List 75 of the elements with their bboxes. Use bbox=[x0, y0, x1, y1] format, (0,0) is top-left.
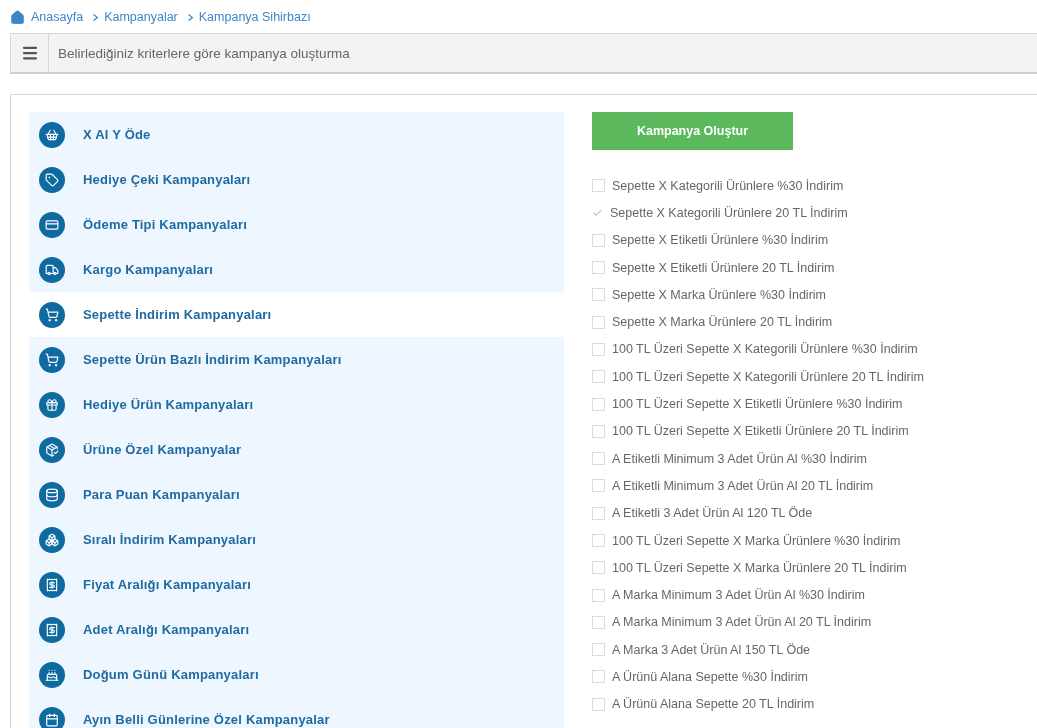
checkbox[interactable] bbox=[592, 506, 605, 520]
breadcrumb-link[interactable]: Kampanyalar bbox=[104, 10, 178, 24]
credit-card-icon bbox=[39, 211, 65, 238]
tag-icon bbox=[39, 166, 65, 193]
home-icon bbox=[10, 9, 25, 25]
campaign-option[interactable]: Sepette X Marka Ürünlere %30 İndirim bbox=[592, 281, 924, 309]
checkbox[interactable] bbox=[592, 643, 605, 657]
category-item[interactable]: Sepette Ürün Bazlı İndirim Kampanyaları bbox=[29, 337, 564, 382]
checkbox[interactable] bbox=[592, 315, 605, 329]
category-item[interactable]: Ödeme Tipi Kampanyaları bbox=[29, 202, 564, 247]
menu-icon bbox=[20, 44, 39, 62]
campaign-option[interactable]: Sepette X Etiketli Ürünlere 20 TL İndirim bbox=[592, 253, 924, 282]
campaign-option[interactable]: 100 TL Üzeri Sepette X Marka Ürünlere 20 TL İndirim bbox=[592, 554, 924, 582]
category-item[interactable]: X Al Y Öde bbox=[29, 112, 564, 157]
checkbox[interactable] bbox=[592, 615, 605, 629]
category-item[interactable]: Kargo Kampanyaları bbox=[29, 247, 564, 292]
campaign-option[interactable]: A Etiketli Minimum 3 Adet Ürün Al %30 İndirim bbox=[592, 444, 924, 473]
campaign-option[interactable]: 100 TL Üzeri Sepette X Etiketli Ürünlere 20 TL İndirim bbox=[592, 417, 924, 445]
checkbox[interactable] bbox=[592, 561, 605, 575]
campaign-option[interactable]: 100 TL Üzeri Sepette X Etiketli Ürünlere %30 İndirim bbox=[592, 390, 924, 418]
category-item[interactable]: Fiyat Aralığı Kampanyaları bbox=[29, 562, 564, 607]
category-item[interactable]: Ayın Belli Günlerine Özel Kampanyalar bbox=[29, 697, 564, 728]
chevron-right-icon bbox=[187, 13, 193, 21]
checkbox[interactable] bbox=[592, 261, 605, 275]
checkbox[interactable] bbox=[592, 207, 603, 219]
campaign-option[interactable]: A Marka Minimum 3 Adet Ürün Al 20 TL İndirim bbox=[592, 608, 924, 637]
checkbox[interactable] bbox=[592, 370, 605, 384]
package-check-icon bbox=[39, 436, 65, 463]
cart-icon bbox=[39, 346, 65, 373]
category-item[interactable]: Hediye Ürün Kampanyaları bbox=[29, 382, 564, 427]
campaign-option[interactable]: A Marka Minimum 3 Adet Ürün Al %30 İndirim bbox=[592, 581, 924, 609]
boxes-icon bbox=[39, 526, 65, 553]
checkbox[interactable] bbox=[592, 179, 605, 193]
campaign-option[interactable]: 100 TL Üzeri Sepette X Kategorili Ürünlere 20 TL İndirim bbox=[592, 363, 924, 391]
breadcrumb-link[interactable]: Kampanya Sihirbazı bbox=[198, 10, 311, 24]
checkbox[interactable] bbox=[592, 424, 605, 438]
campaign-option[interactable]: 100 TL Üzeri Sepette X Marka Ürünlere %30 İndirim bbox=[592, 526, 924, 555]
category-item[interactable]: Sıralı İndirim Kampanyaları bbox=[29, 517, 564, 562]
checkbox[interactable] bbox=[592, 697, 605, 711]
campaign-option[interactable]: 100 TL Üzeri Sepette X Kategorili Ürünlere %30 İndirim bbox=[592, 335, 924, 364]
checkbox[interactable] bbox=[592, 479, 605, 493]
checkbox[interactable] bbox=[592, 233, 605, 247]
category-item[interactable]: Para Puan Kampanyaları bbox=[29, 472, 564, 517]
campaign-option[interactable]: A Marka 3 Adet Ürün Al 150 TL Öde bbox=[592, 636, 924, 664]
checkbox[interactable] bbox=[592, 534, 605, 547]
breadcrumb-link[interactable]: Anasayfa bbox=[31, 10, 84, 24]
basket-icon bbox=[39, 121, 65, 148]
chevron-right-icon bbox=[93, 13, 99, 21]
gift-icon bbox=[39, 391, 65, 418]
campaign-option[interactable]: A Ürünü Alana Sepette %30 İndirim bbox=[592, 663, 924, 691]
checkbox[interactable] bbox=[592, 288, 605, 302]
campaign-option[interactable]: Sepette X Kategorili Ürünlere %30 İndirim bbox=[592, 172, 924, 200]
checkbox[interactable] bbox=[592, 397, 605, 411]
campaign-option[interactable]: A Etiketli 3 Adet Ürün Al 120 TL Öde bbox=[592, 499, 924, 527]
price-tag-icon bbox=[39, 571, 65, 598]
checkbox[interactable] bbox=[592, 670, 605, 684]
truck-icon bbox=[39, 256, 65, 283]
category-item[interactable]: Doğum Günü Kampanyaları bbox=[29, 652, 564, 697]
campaign-option[interactable]: Sepette X Marka Ürünlere 20 TL İndirim bbox=[592, 308, 924, 336]
campaign-option[interactable]: Sepette X Kategorili Ürünlere 20 TL İndirim bbox=[592, 199, 924, 227]
category-item[interactable]: Ürüne Özel Kampanyalar bbox=[29, 427, 564, 472]
campaign-option[interactable]: Sepette X Etiketli Ürünlere %30 İndirim bbox=[592, 226, 924, 254]
checkbox[interactable] bbox=[592, 588, 605, 602]
cake-icon bbox=[39, 661, 65, 688]
checkbox[interactable] bbox=[592, 452, 605, 466]
category-item[interactable]: Hediye Çeki Kampanyaları bbox=[29, 157, 564, 202]
price-tag-icon bbox=[39, 616, 65, 643]
header-title: Belirlediğiniz kriterlere göre kampanya oluşturma bbox=[57, 45, 350, 61]
coin-stack-icon bbox=[39, 481, 65, 508]
campaign-option[interactable]: A Etiketli Minimum 3 Adet Ürün Al 20 TL İndirim bbox=[592, 472, 924, 500]
checkbox[interactable] bbox=[592, 342, 605, 356]
cart-icon bbox=[39, 301, 65, 328]
calendar-icon bbox=[39, 706, 65, 728]
campaign-option[interactable]: A Ürünü Alana Sepette 20 TL İndirim bbox=[592, 690, 924, 718]
category-item[interactable]: Adet Aralığı Kampanyaları bbox=[29, 607, 564, 652]
